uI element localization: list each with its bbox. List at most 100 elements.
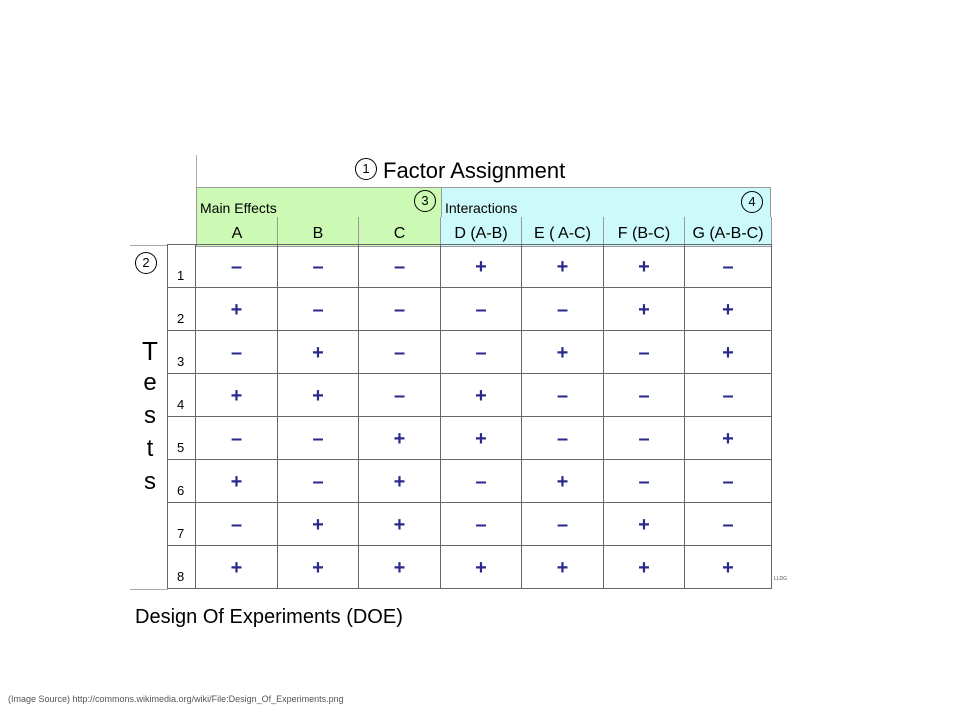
test-number-label: 5 <box>177 440 185 455</box>
watermark-text: LLDG <box>774 576 788 582</box>
interactions-marker: 4 <box>741 191 763 213</box>
test-number: 7 <box>167 502 196 546</box>
column-header: E ( A-C) <box>522 217 604 247</box>
frame-line-bottom <box>130 589 168 590</box>
factor-level-cell: – <box>684 459 772 503</box>
test-number: 5 <box>167 416 196 460</box>
column-header: A <box>196 217 278 247</box>
factor-level-cell: + <box>603 502 685 546</box>
factor-level-cell: + <box>358 459 441 503</box>
test-number-label: 7 <box>177 526 185 541</box>
factor-level-cell: – <box>195 330 278 374</box>
factor-level-cell: + <box>277 373 359 417</box>
tests-letter: e <box>143 369 157 396</box>
column-header: D (A-B) <box>441 217 522 247</box>
column-header: G (A-B-C) <box>685 217 772 247</box>
test-number: 6 <box>167 459 196 503</box>
factor-level-cell: + <box>277 545 359 589</box>
factor-level-cell: – <box>603 373 685 417</box>
factor-level-cell: – <box>684 502 772 546</box>
test-number-label: 4 <box>177 397 185 412</box>
factor-level-cell: – <box>358 244 441 288</box>
factor-level-cell: – <box>277 416 359 460</box>
tests-letter: s <box>144 402 156 429</box>
factor-level-cell: – <box>603 330 685 374</box>
factor-level-cell: + <box>440 416 522 460</box>
title-marker: 1 <box>355 158 377 180</box>
factor-level-cell: + <box>684 416 772 460</box>
test-number-label: 6 <box>177 483 185 498</box>
column-header: C <box>359 217 441 247</box>
factor-level-cell: + <box>684 545 772 589</box>
factor-level-cell: – <box>358 287 441 331</box>
factor-level-cell: – <box>195 502 278 546</box>
column-header: F (B-C) <box>604 217 685 247</box>
factor-level-cell: – <box>521 502 604 546</box>
factor-level-cell: – <box>684 373 772 417</box>
diagram-title: Factor Assignment <box>383 158 566 183</box>
factor-level-cell: + <box>195 373 278 417</box>
factor-level-cell: + <box>603 244 685 288</box>
factor-level-cell: + <box>521 545 604 589</box>
tests-letter: t <box>146 435 154 462</box>
factor-level-cell: – <box>440 287 522 331</box>
test-number: 8 <box>167 545 196 589</box>
factor-level-cell: – <box>603 459 685 503</box>
interactions-label: Interactions <box>445 200 518 216</box>
main-effects-marker: 3 <box>414 190 436 212</box>
factor-level-cell: – <box>358 373 441 417</box>
test-number-label: 8 <box>177 569 185 584</box>
test-number-label: 2 <box>177 311 185 326</box>
factor-level-cell: + <box>358 545 441 589</box>
factor-level-cell: + <box>684 287 772 331</box>
test-number-label: 3 <box>177 354 185 369</box>
factor-level-cell: – <box>358 330 441 374</box>
factor-level-cell: – <box>277 287 359 331</box>
factor-level-cell: + <box>440 244 522 288</box>
test-number: 1 <box>167 244 196 288</box>
factor-table: 1– – – + + + –2 + – – – – + +3– + – – + – +4 + + – + – – –5– – + + – – +… <box>167 244 772 589</box>
factor-level-cell: + <box>440 373 522 417</box>
factor-level-cell: – <box>521 287 604 331</box>
factor-level-cell: + <box>521 244 604 288</box>
tests-marker: 2 <box>135 252 157 274</box>
factor-level-cell: – <box>684 244 772 288</box>
factor-level-cell: + <box>195 287 278 331</box>
interactions-band: Interactions <box>441 187 771 217</box>
factor-level-cell: – <box>521 373 604 417</box>
factor-level-cell: + <box>195 459 278 503</box>
factor-level-cell: – <box>521 416 604 460</box>
image-source: (Image Source) http://commons.wikimedia.… <box>8 694 344 704</box>
test-number: 2 <box>167 287 196 331</box>
factor-level-cell: + <box>603 545 685 589</box>
factor-level-cell: – <box>440 459 522 503</box>
factor-level-cell: + <box>277 502 359 546</box>
factor-level-cell: + <box>358 502 441 546</box>
factor-level-cell: + <box>358 416 441 460</box>
test-number-label: 1 <box>177 268 185 283</box>
factor-level-cell: + <box>440 545 522 589</box>
factor-level-cell: + <box>195 545 278 589</box>
column-header: B <box>278 217 359 247</box>
factor-level-cell: + <box>684 330 772 374</box>
tests-letter: s <box>144 468 156 495</box>
factor-level-cell: – <box>195 416 278 460</box>
factor-level-cell: – <box>195 244 278 288</box>
factor-level-cell: – <box>440 330 522 374</box>
frame-line-left <box>130 245 168 246</box>
factor-level-cell: – <box>277 244 359 288</box>
factor-level-cell: – <box>277 459 359 503</box>
factor-level-cell: – <box>603 416 685 460</box>
column-header-row: ABCD (A-B) E ( A-C) F (B-C) G (A-B-C) <box>196 217 772 247</box>
factor-level-cell: – <box>440 502 522 546</box>
tests-letter: T <box>142 336 158 366</box>
factor-level-cell: + <box>603 287 685 331</box>
test-number: 3 <box>167 330 196 374</box>
factor-level-cell: + <box>521 330 604 374</box>
main-effects-band: Main Effects <box>196 187 441 217</box>
factor-level-cell: + <box>521 459 604 503</box>
tests-axis-label: Tests <box>135 336 165 500</box>
factor-level-cell: + <box>277 330 359 374</box>
test-number: 4 <box>167 373 196 417</box>
caption: Design Of Experiments (DOE) <box>135 606 403 628</box>
